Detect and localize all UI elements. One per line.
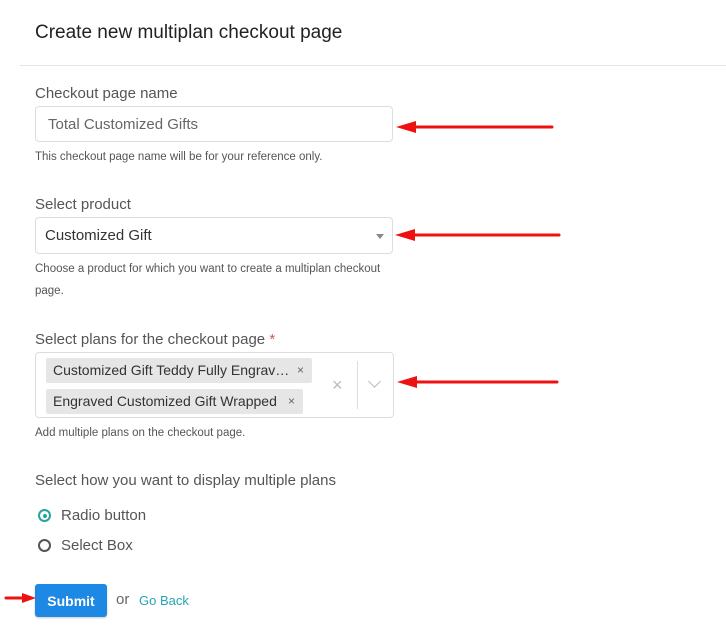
remove-plan-icon[interactable]: × — [297, 358, 304, 383]
display-label: Select how you want to display multiple … — [35, 472, 336, 489]
annotation-arrow-icon — [395, 229, 561, 241]
page-title: Create new multiplan checkout page — [35, 22, 343, 43]
plan-chip: Customized Gift Teddy Fully Engrav… × — [46, 358, 312, 383]
plans-label: Select plans for the checkout page * — [35, 331, 275, 348]
checkout-name-label: Checkout page name — [35, 85, 178, 102]
go-back-link[interactable]: Go Back — [139, 593, 189, 608]
plans-multiselect[interactable]: Customized Gift Teddy Fully Engrav… × En… — [35, 352, 394, 418]
product-help: Choose a product for which you want to c… — [35, 263, 381, 297]
plan-chip-label: Customized Gift Teddy Fully Engrav… — [53, 362, 290, 378]
annotation-arrow-icon — [397, 376, 559, 388]
submit-button[interactable]: Submit — [35, 584, 107, 617]
indicator-separator — [357, 361, 358, 409]
checkout-name-help: This checkout page name will be for your… — [35, 151, 323, 163]
radio-option-label: Select Box — [61, 537, 133, 554]
radio-checked-icon[interactable] — [38, 509, 51, 522]
or-text: or — [116, 591, 130, 608]
product-label: Select product — [35, 196, 131, 213]
product-select[interactable]: Customized Gift — [35, 217, 393, 254]
annotation-arrow-icon — [396, 121, 554, 133]
remove-plan-icon[interactable]: × — [288, 389, 295, 414]
plan-chip: Engraved Customized Gift Wrapped × — [46, 389, 303, 414]
plans-help: Add multiple plans on the checkout page. — [35, 427, 246, 439]
radio-option-label: Radio button — [61, 507, 147, 524]
required-mark: * — [269, 331, 276, 348]
clear-all-icon[interactable]: × — [332, 375, 343, 396]
header-divider — [20, 65, 726, 66]
annotation-arrow-icon — [4, 593, 36, 603]
product-selected-value: Customized Gift — [45, 227, 152, 244]
plan-chip-label: Engraved Customized Gift Wrapped — [53, 393, 277, 409]
radio-unchecked-icon[interactable] — [38, 539, 51, 552]
checkout-name-input[interactable]: Total Customized Gifts — [35, 106, 393, 142]
plans-label-text: Select plans for the checkout page — [35, 331, 266, 348]
caret-down-icon — [376, 234, 384, 239]
checkout-name-value: Total Customized Gifts — [48, 116, 199, 133]
chevron-down-icon[interactable] — [368, 375, 381, 388]
